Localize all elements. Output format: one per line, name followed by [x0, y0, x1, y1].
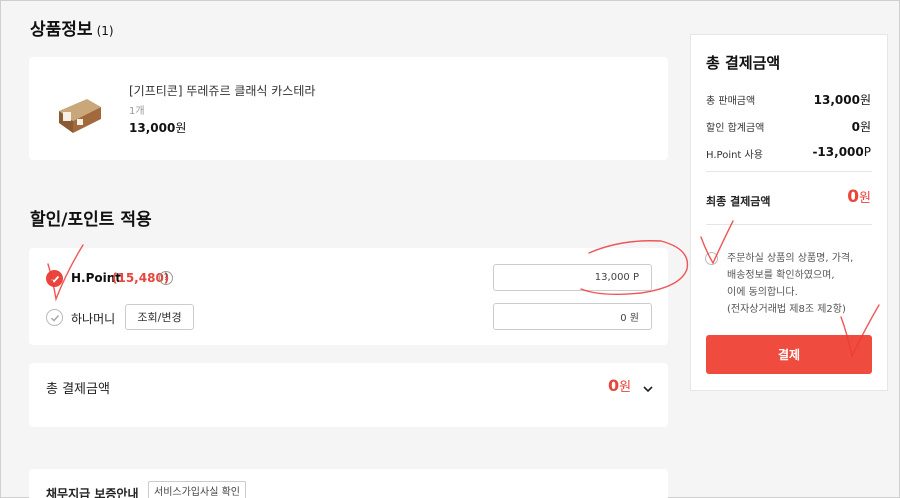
- product-count: (1): [96, 24, 114, 38]
- product-price-value: 13,000: [129, 121, 176, 135]
- left-total-label: 총 결제금액: [46, 382, 110, 397]
- help-icon[interactable]: ?: [159, 271, 173, 285]
- hpoint-checkbox[interactable]: [46, 270, 63, 287]
- product-name: [기프티콘] 뚜레쥬르 클래식 카스테라: [129, 84, 316, 98]
- product-quantity: 1개: [129, 106, 145, 117]
- hpoint-input[interactable]: 13,000 P: [493, 264, 652, 291]
- final-amount-unit: 원: [859, 191, 871, 206]
- agreement-line: 이에 동의합니다.: [727, 287, 798, 298]
- agreement-text: 주문하실 상품의 상품명, 가격, 배송정보를 확인하였으며, 이에 동의합니다…: [727, 250, 877, 318]
- hanamoney-checkbox[interactable]: [46, 309, 63, 326]
- lookup-change-button[interactable]: 조회/변경: [125, 304, 194, 330]
- summary-row-label: H.Point 사용: [706, 150, 763, 161]
- left-total-amount: 0: [608, 376, 620, 395]
- chevron-down-icon[interactable]: [642, 380, 654, 399]
- agreement-line: (전자상거래법 제8조 제2항): [727, 304, 846, 315]
- summary-row-value: 0원: [852, 118, 871, 135]
- left-total-value: 0원: [608, 376, 631, 395]
- left-total-unit: 원: [619, 380, 632, 395]
- guarantee-title: 채무지급 보증안내: [46, 487, 139, 498]
- summary-row-amount: 13,000: [813, 93, 860, 107]
- pay-button[interactable]: 결제: [706, 335, 872, 374]
- check-icon: [50, 275, 59, 283]
- hanamoney-label: 하나머니: [71, 312, 116, 326]
- summary-row-unit: 원: [859, 93, 871, 107]
- summary-divider: [706, 224, 872, 225]
- summary-row-value: 13,000원: [814, 91, 871, 108]
- summary-title: 총 결제금액: [706, 54, 781, 72]
- discount-section-title: 할인/포인트 적용: [30, 210, 152, 230]
- summary-row-unit: 원: [859, 120, 871, 134]
- summary-row-label: 총 판매금액: [706, 96, 756, 107]
- summary-row-amount: -13,000: [812, 145, 864, 159]
- summary-row-unit: P: [863, 145, 871, 159]
- check-icon: [50, 314, 59, 322]
- final-amount: 0: [847, 187, 860, 207]
- points-card: H.Point (15,480) ? 13,000 P 하나머니 조회/변경 0…: [29, 248, 668, 345]
- final-amount-label: 최종 결제금액: [706, 195, 771, 208]
- summary-divider: [706, 171, 872, 172]
- hanamoney-input[interactable]: 0 원: [493, 303, 652, 330]
- product-section-title-text: 상품정보: [30, 20, 93, 40]
- payment-summary-panel: 총 결제금액 총 판매금액 13,000원 할인 합계금액 0원 H.Point…: [690, 34, 888, 391]
- product-card: [기프티콘] 뚜레쥬르 클래식 카스테라 1개 13,000원: [29, 57, 668, 160]
- summary-row-amount: 0: [851, 120, 860, 134]
- service-check-button[interactable]: 서비스가입사실 확인: [148, 481, 246, 498]
- left-total-card[interactable]: 총 결제금액 0원: [29, 363, 668, 427]
- product-price-unit: 원: [175, 121, 187, 135]
- guarantee-card: 채무지급 보증안내 서비스가입사실 확인: [29, 469, 668, 498]
- agreement-line: 주문하실 상품의 상품명, 가격,: [727, 253, 854, 264]
- final-amount-value: 0원: [847, 187, 871, 207]
- product-section-title: 상품정보 (1): [30, 15, 114, 40]
- agreement-line: 배송정보를 확인하였으며,: [727, 270, 835, 281]
- product-thumbnail: [53, 81, 113, 141]
- agreement-checkbox[interactable]: [705, 252, 718, 265]
- summary-row-value: -13,000P: [812, 145, 871, 159]
- summary-row-label: 할인 합계금액: [706, 123, 765, 134]
- product-price: 13,000원: [129, 119, 186, 136]
